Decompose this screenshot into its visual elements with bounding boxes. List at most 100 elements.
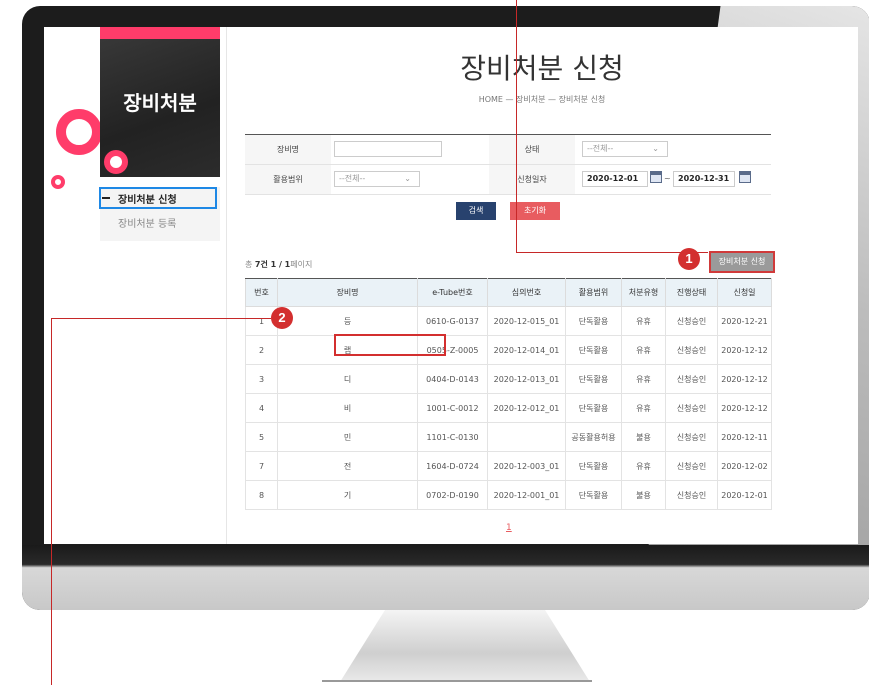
table-cell <box>487 422 566 452</box>
breadcrumb: HOME — 장비처분 — 장비처분 신청 <box>478 95 606 104</box>
table-cell: 2020-12-01 <box>717 480 772 510</box>
search-form: 장비명 상태 --전체-- ⌄ 활용범위 --전체-- ⌄ 신청일자 2020-12… <box>245 134 771 195</box>
col-header: 활용범위 <box>565 278 622 307</box>
table-cell: 유휴 <box>621 393 666 423</box>
monitor-base <box>322 680 592 682</box>
sidebar-title: 장비처분 <box>123 91 197 115</box>
table-row[interactable]: 2 랩 0505-Z-0005 2020-12-014_01 단독활용 유휴 신청승인 202… <box>245 335 772 365</box>
name-input[interactable] <box>334 141 442 157</box>
calendar-icon[interactable] <box>650 171 662 183</box>
table-cell: 1101-C-0130 <box>417 422 488 452</box>
decorative-ring-mid <box>104 150 128 174</box>
table-header: 번호 장비명 e-Tube번호 심의번호 활용범위 처분유형 진행상태 신청일 <box>245 278 772 307</box>
decorative-ring <box>56 109 102 155</box>
col-header: 신청일 <box>717 278 772 307</box>
table-cell: 신청승인 <box>665 393 718 423</box>
apply-disposal-button[interactable]: 장비처분 신청 <box>709 251 775 273</box>
usage-select[interactable]: --전체-- ⌄ <box>334 171 420 187</box>
table-cell: 신청승인 <box>665 422 718 452</box>
usage-label: 활용범위 <box>245 165 331 194</box>
monitor-stand <box>340 610 590 682</box>
table-cell: 2020-12-02 <box>717 451 772 481</box>
table-cell: 2020-12-012_01 <box>487 393 566 423</box>
table-cell: 유휴 <box>621 306 666 336</box>
date-separator: ~ <box>664 174 671 183</box>
table-row[interactable]: 8 기 0702-D-0190 2020-12-001_01 단독활용 불용 신청승인 202… <box>245 480 772 510</box>
table-cell: 디 <box>277 364 418 394</box>
annotation-badge-2: 2 <box>271 307 293 329</box>
table-row[interactable]: 7 전 1604-D-0724 2020-12-003_01 단독활용 유휴 신청승인 202… <box>245 451 772 481</box>
status-label: 상태 <box>489 135 575 164</box>
table-cell: 2020-12-12 <box>717 393 772 423</box>
table-row[interactable]: 5 민 1101-C-0130 공동활용허용 불용 신청승인 2020-12-11 <box>245 422 772 452</box>
table-cell: 7 <box>245 451 278 481</box>
table-cell: 단독활용 <box>565 364 622 394</box>
table-cell: 비 <box>277 393 418 423</box>
table-cell: 2020-12-013_01 <box>487 364 566 394</box>
table-cell: 신청승인 <box>665 451 718 481</box>
decorative-ring-small <box>51 175 65 189</box>
table-cell: 2020-12-12 <box>717 364 772 394</box>
col-header: 처분유형 <box>621 278 666 307</box>
name-label: 장비명 <box>245 135 331 164</box>
table-cell: 유휴 <box>621 451 666 481</box>
date-from-input[interactable]: 2020-12-01 <box>582 171 648 187</box>
annotation-badge-1: 1 <box>678 248 700 270</box>
table-cell: 신청승인 <box>665 364 718 394</box>
table-cell: 전 <box>277 451 418 481</box>
table-cell: 불용 <box>621 480 666 510</box>
table-cell: 1001-C-0012 <box>417 393 488 423</box>
col-header: 번호 <box>245 278 278 307</box>
table-cell: 2020-12-11 <box>717 422 772 452</box>
table-cell: 5 <box>245 422 278 452</box>
reset-button[interactable]: 초기화 <box>510 202 560 220</box>
table-cell: 공동활용허용 <box>565 422 622 452</box>
table-cell: 유휴 <box>621 364 666 394</box>
table-cell: 0404-D-0143 <box>417 364 488 394</box>
calendar-icon[interactable] <box>739 171 751 183</box>
result-count: 총 7건 1 / 1페이지 <box>245 260 313 269</box>
table-cell: 2020-12-21 <box>717 306 772 336</box>
table-cell: 불용 <box>621 422 666 452</box>
status-select[interactable]: --전체-- ⌄ <box>582 141 668 157</box>
table-cell: 8 <box>245 480 278 510</box>
chevron-down-icon: ⌄ <box>652 144 659 153</box>
table-cell: 단독활용 <box>565 306 622 336</box>
table-cell: 2 <box>245 335 278 365</box>
table-cell: 0610-G-0137 <box>417 306 488 336</box>
date-label: 신청일자 <box>489 165 575 194</box>
screen: 장비처분 장비처분 신청 장비처분 등록 장비처분 신청 HOME — 장비처분… <box>44 27 858 544</box>
table-cell: 신청승인 <box>665 335 718 365</box>
col-header: 장비명 <box>277 278 418 307</box>
table-row[interactable]: 3 디 0404-D-0143 2020-12-013_01 단독활용 유휴 신청승인 202… <box>245 364 772 394</box>
page-link[interactable]: 1 <box>506 523 512 533</box>
search-button[interactable]: 검색 <box>456 202 496 220</box>
table-cell: 4 <box>245 393 278 423</box>
table-cell: 단독활용 <box>565 335 622 365</box>
monitor-chin <box>22 545 869 610</box>
table-cell: 2020-12-014_01 <box>487 335 566 365</box>
annotation-line <box>51 318 271 319</box>
chevron-down-icon: ⌄ <box>404 174 411 183</box>
table-cell: 단독활용 <box>565 393 622 423</box>
table-cell: 등 <box>277 306 418 336</box>
table-cell: 신청승인 <box>665 306 718 336</box>
sidebar-item-register[interactable]: 장비처분 등록 <box>118 215 176 230</box>
table-cell: 유휴 <box>621 335 666 365</box>
table-cell: 단독활용 <box>565 480 622 510</box>
table-cell: 2020-12-12 <box>717 335 772 365</box>
table-cell: 2020-12-001_01 <box>487 480 566 510</box>
disposal-table: 번호 장비명 e-Tube번호 심의번호 활용범위 처분유형 진행상태 신청일 … <box>245 278 772 510</box>
table-cell: 1604-D-0724 <box>417 451 488 481</box>
table-row[interactable]: 4 비 1001-C-0012 2020-12-012_01 단독활용 유휴 신청승인 202… <box>245 393 772 423</box>
table-cell: 기 <box>277 480 418 510</box>
col-header: 심의번호 <box>487 278 566 307</box>
table-cell: 민 <box>277 422 418 452</box>
table-row[interactable]: 1 등 0610-G-0137 2020-12-015_01 단독활용 유휴 신청승인 202… <box>245 306 772 336</box>
table-cell: 3 <box>245 364 278 394</box>
annotation-line <box>51 318 52 685</box>
row-highlight-box <box>334 334 446 356</box>
table-cell: 2020-12-015_01 <box>487 306 566 336</box>
date-to-input[interactable]: 2020-12-31 <box>673 171 735 187</box>
page-title: 장비처분 신청 <box>460 52 624 85</box>
